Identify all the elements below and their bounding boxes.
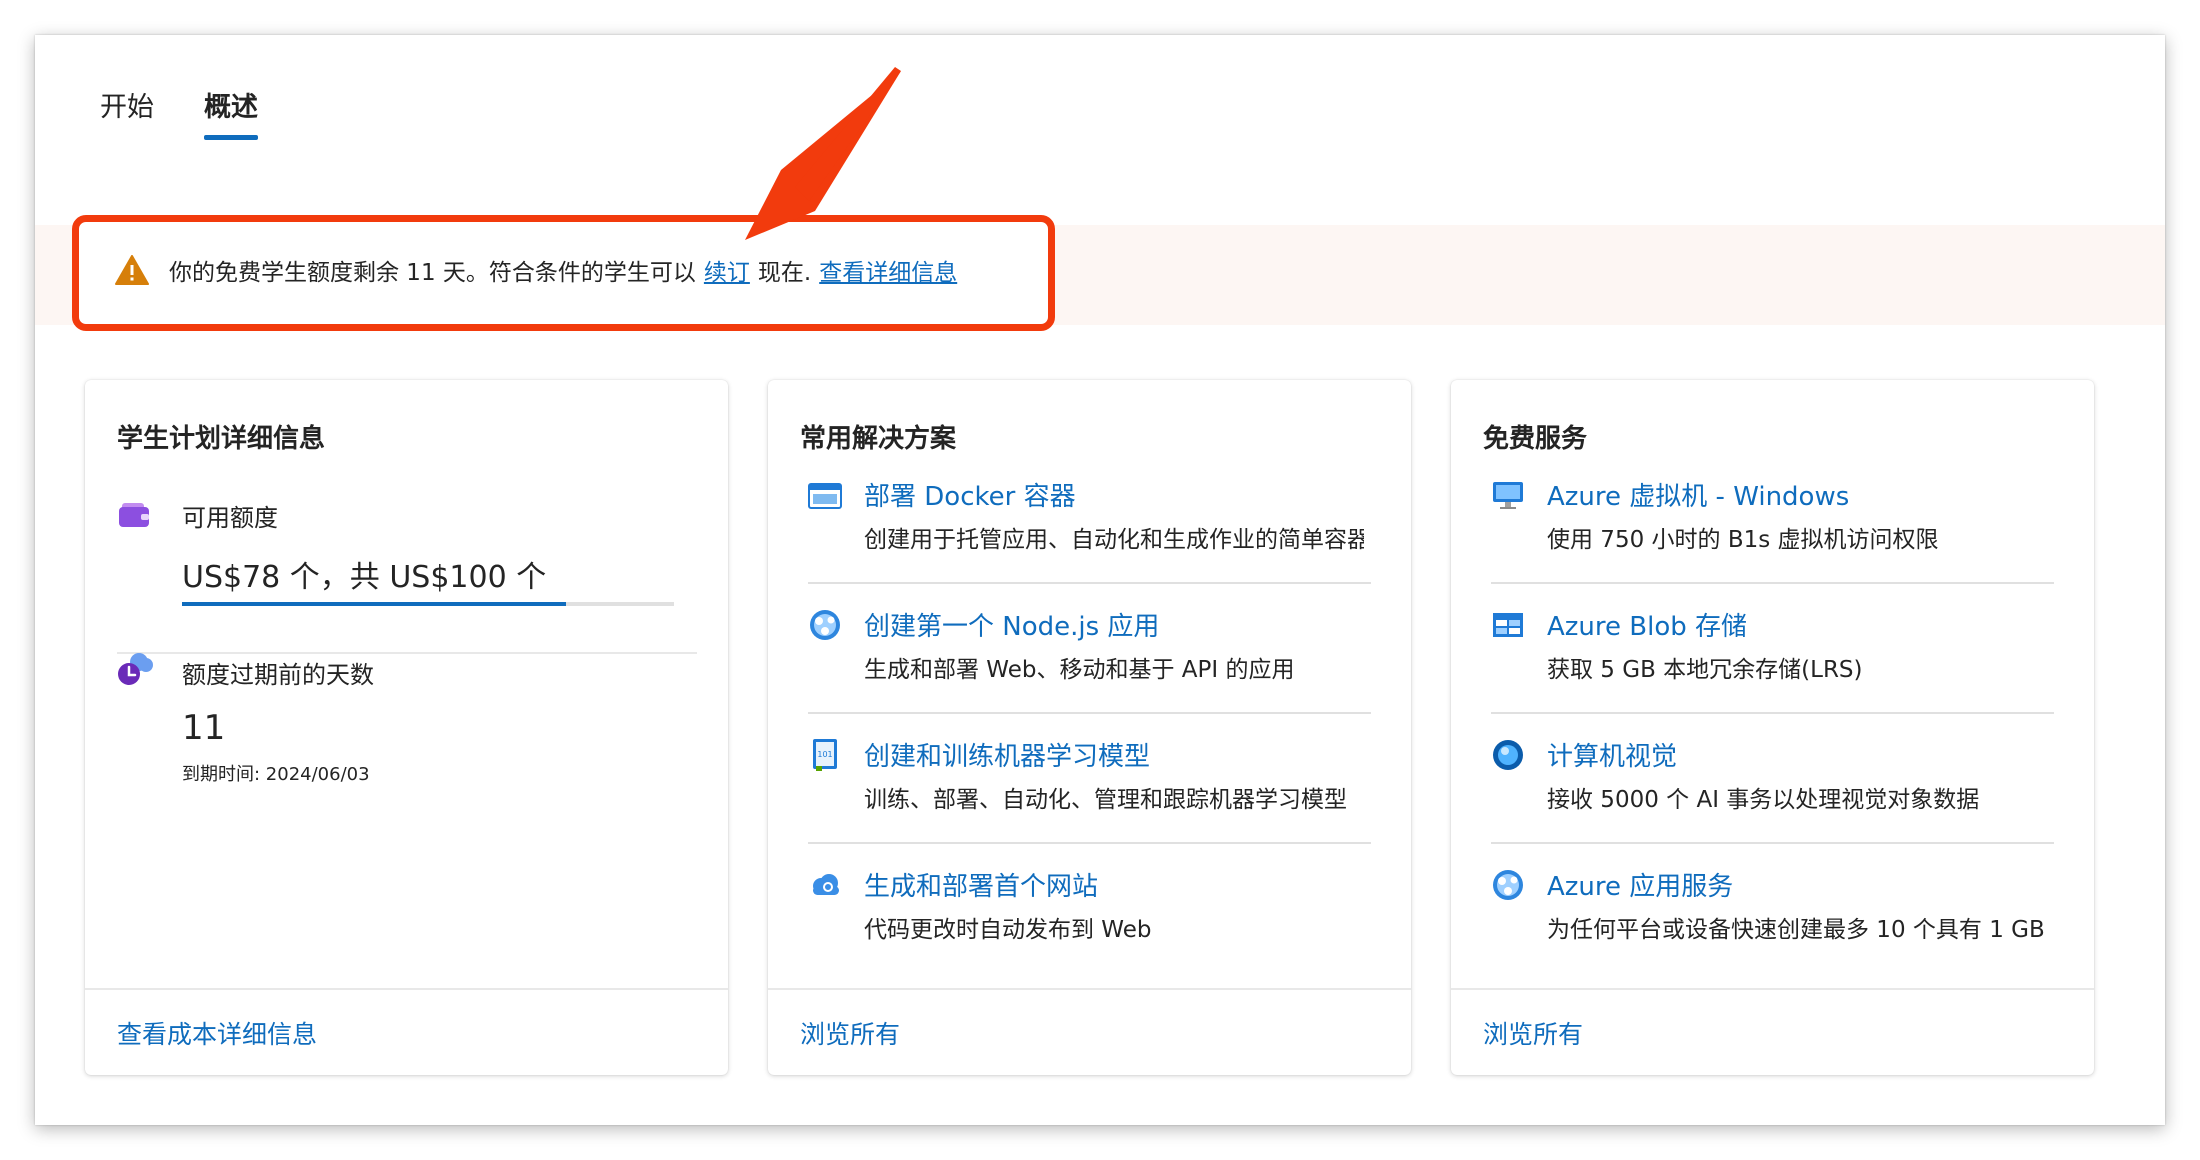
tab-overview[interactable]: 概述	[204, 85, 258, 140]
solution-title[interactable]: 部署 Docker 容器	[864, 476, 1076, 513]
service-description: 为任何平台或设备快速创建最多 10 个具有 1 GB 存储的Web应用	[1547, 917, 2047, 943]
separator	[808, 712, 1371, 714]
app-service-icon	[1493, 870, 1523, 900]
credit-label: 可用额度	[182, 504, 278, 532]
clock-cloud-icon	[118, 653, 153, 685]
renew-link[interactable]: 续订	[704, 253, 750, 287]
solution-title[interactable]: 生成和部署首个网站	[864, 866, 1098, 903]
credit-progress-bar	[182, 602, 674, 606]
cloud-gear-icon	[813, 874, 839, 895]
solution-title[interactable]: 创建第一个 Node.js 应用	[864, 606, 1159, 643]
service-description: 使用 750 小时的 B1s 虚拟机访问权限	[1547, 527, 1939, 553]
solution-description: 代码更改时自动发布到 Web	[864, 917, 1152, 943]
footer-divider	[85, 988, 728, 990]
browse-all-link[interactable]: 浏览所有	[800, 1015, 900, 1051]
service-description: 接收 5000 个 AI 事务以处理视觉对象数据	[1547, 787, 1980, 813]
credit-value: US$78 个，共 US$100 个	[182, 560, 547, 595]
azure-window: 开始 概述 你的免费学生额度剩余 11 天。符合条件的学生可以 续订 现在. 查…	[35, 35, 2165, 1125]
banner-message: 你的免费学生额度剩余 11 天。符合条件的学生可以 续订 现在. 查看详细信息	[115, 253, 965, 287]
blob-storage-icon	[1493, 613, 1523, 637]
wallet-icon	[119, 503, 149, 527]
computer-vision-icon	[1493, 740, 1523, 770]
view-details-link[interactable]: 查看详细信息	[819, 253, 957, 287]
solution-description: 创建用于托管应用、自动化和生成作业的简单容器	[864, 527, 1364, 553]
card-title: 免费服务	[1483, 424, 1588, 454]
student-plan-card: 学生计划详细信息 可用额度 US$78 个，共 US$100 个 额度过期前的天…	[85, 380, 728, 1075]
footer-divider	[768, 988, 1411, 990]
days-value: 11	[182, 708, 226, 748]
separator	[1491, 712, 2054, 714]
service-title[interactable]: Azure 应用服务	[1547, 866, 1733, 903]
container-icon	[808, 483, 842, 509]
service-title[interactable]: 计算机视觉	[1547, 736, 1677, 773]
view-cost-details-link[interactable]: 查看成本详细信息	[117, 1015, 317, 1051]
expiry-date: 到期时间: 2024/06/03	[182, 764, 370, 785]
solution-description: 训练、部署、自动化、管理和跟踪机器学习模型	[864, 787, 1347, 813]
card-title: 学生计划详细信息	[117, 424, 326, 454]
solution-title[interactable]: 创建和训练机器学习模型	[864, 736, 1150, 773]
card-title: 常用解决方案	[800, 424, 957, 454]
ml-notebook-icon: 101	[813, 739, 837, 771]
service-description: 获取 5 GB 本地冗余存储(LRS)	[1547, 657, 1863, 683]
banner-text-middle: 现在.	[757, 260, 812, 286]
divider	[117, 652, 697, 654]
separator	[1491, 582, 2054, 584]
solution-description: 生成和部署 Web、移动和基于 API 的应用	[864, 657, 1295, 683]
separator	[808, 842, 1371, 844]
tab-bar: 开始 概述	[100, 85, 308, 140]
app-service-icon	[810, 610, 840, 640]
credit-progress-fill	[182, 602, 566, 606]
free-services-card: 免费服务 Azure 虚拟机 - Windows 使用 750 小时的 B1s …	[1451, 380, 2094, 1075]
service-title[interactable]: Azure Blob 存储	[1547, 606, 1747, 643]
tab-start[interactable]: 开始	[100, 85, 154, 136]
separator	[808, 582, 1371, 584]
banner-text: 你的免费学生额度剩余 11 天。符合条件的学生可以	[169, 260, 696, 286]
warning-icon	[115, 255, 149, 285]
service-title[interactable]: Azure 虚拟机 - Windows	[1547, 476, 1849, 513]
browse-all-link[interactable]: 浏览所有	[1483, 1015, 1583, 1051]
footer-divider	[1451, 988, 2094, 990]
virtual-machine-icon	[1493, 482, 1523, 509]
svg-text:101: 101	[817, 750, 832, 759]
days-label: 额度过期前的天数	[182, 661, 374, 689]
separator	[1491, 842, 2054, 844]
common-solutions-card: 常用解决方案 部署 Docker 容器 创建用于托管应用、自动化和生成作业的简单…	[768, 380, 1411, 1075]
